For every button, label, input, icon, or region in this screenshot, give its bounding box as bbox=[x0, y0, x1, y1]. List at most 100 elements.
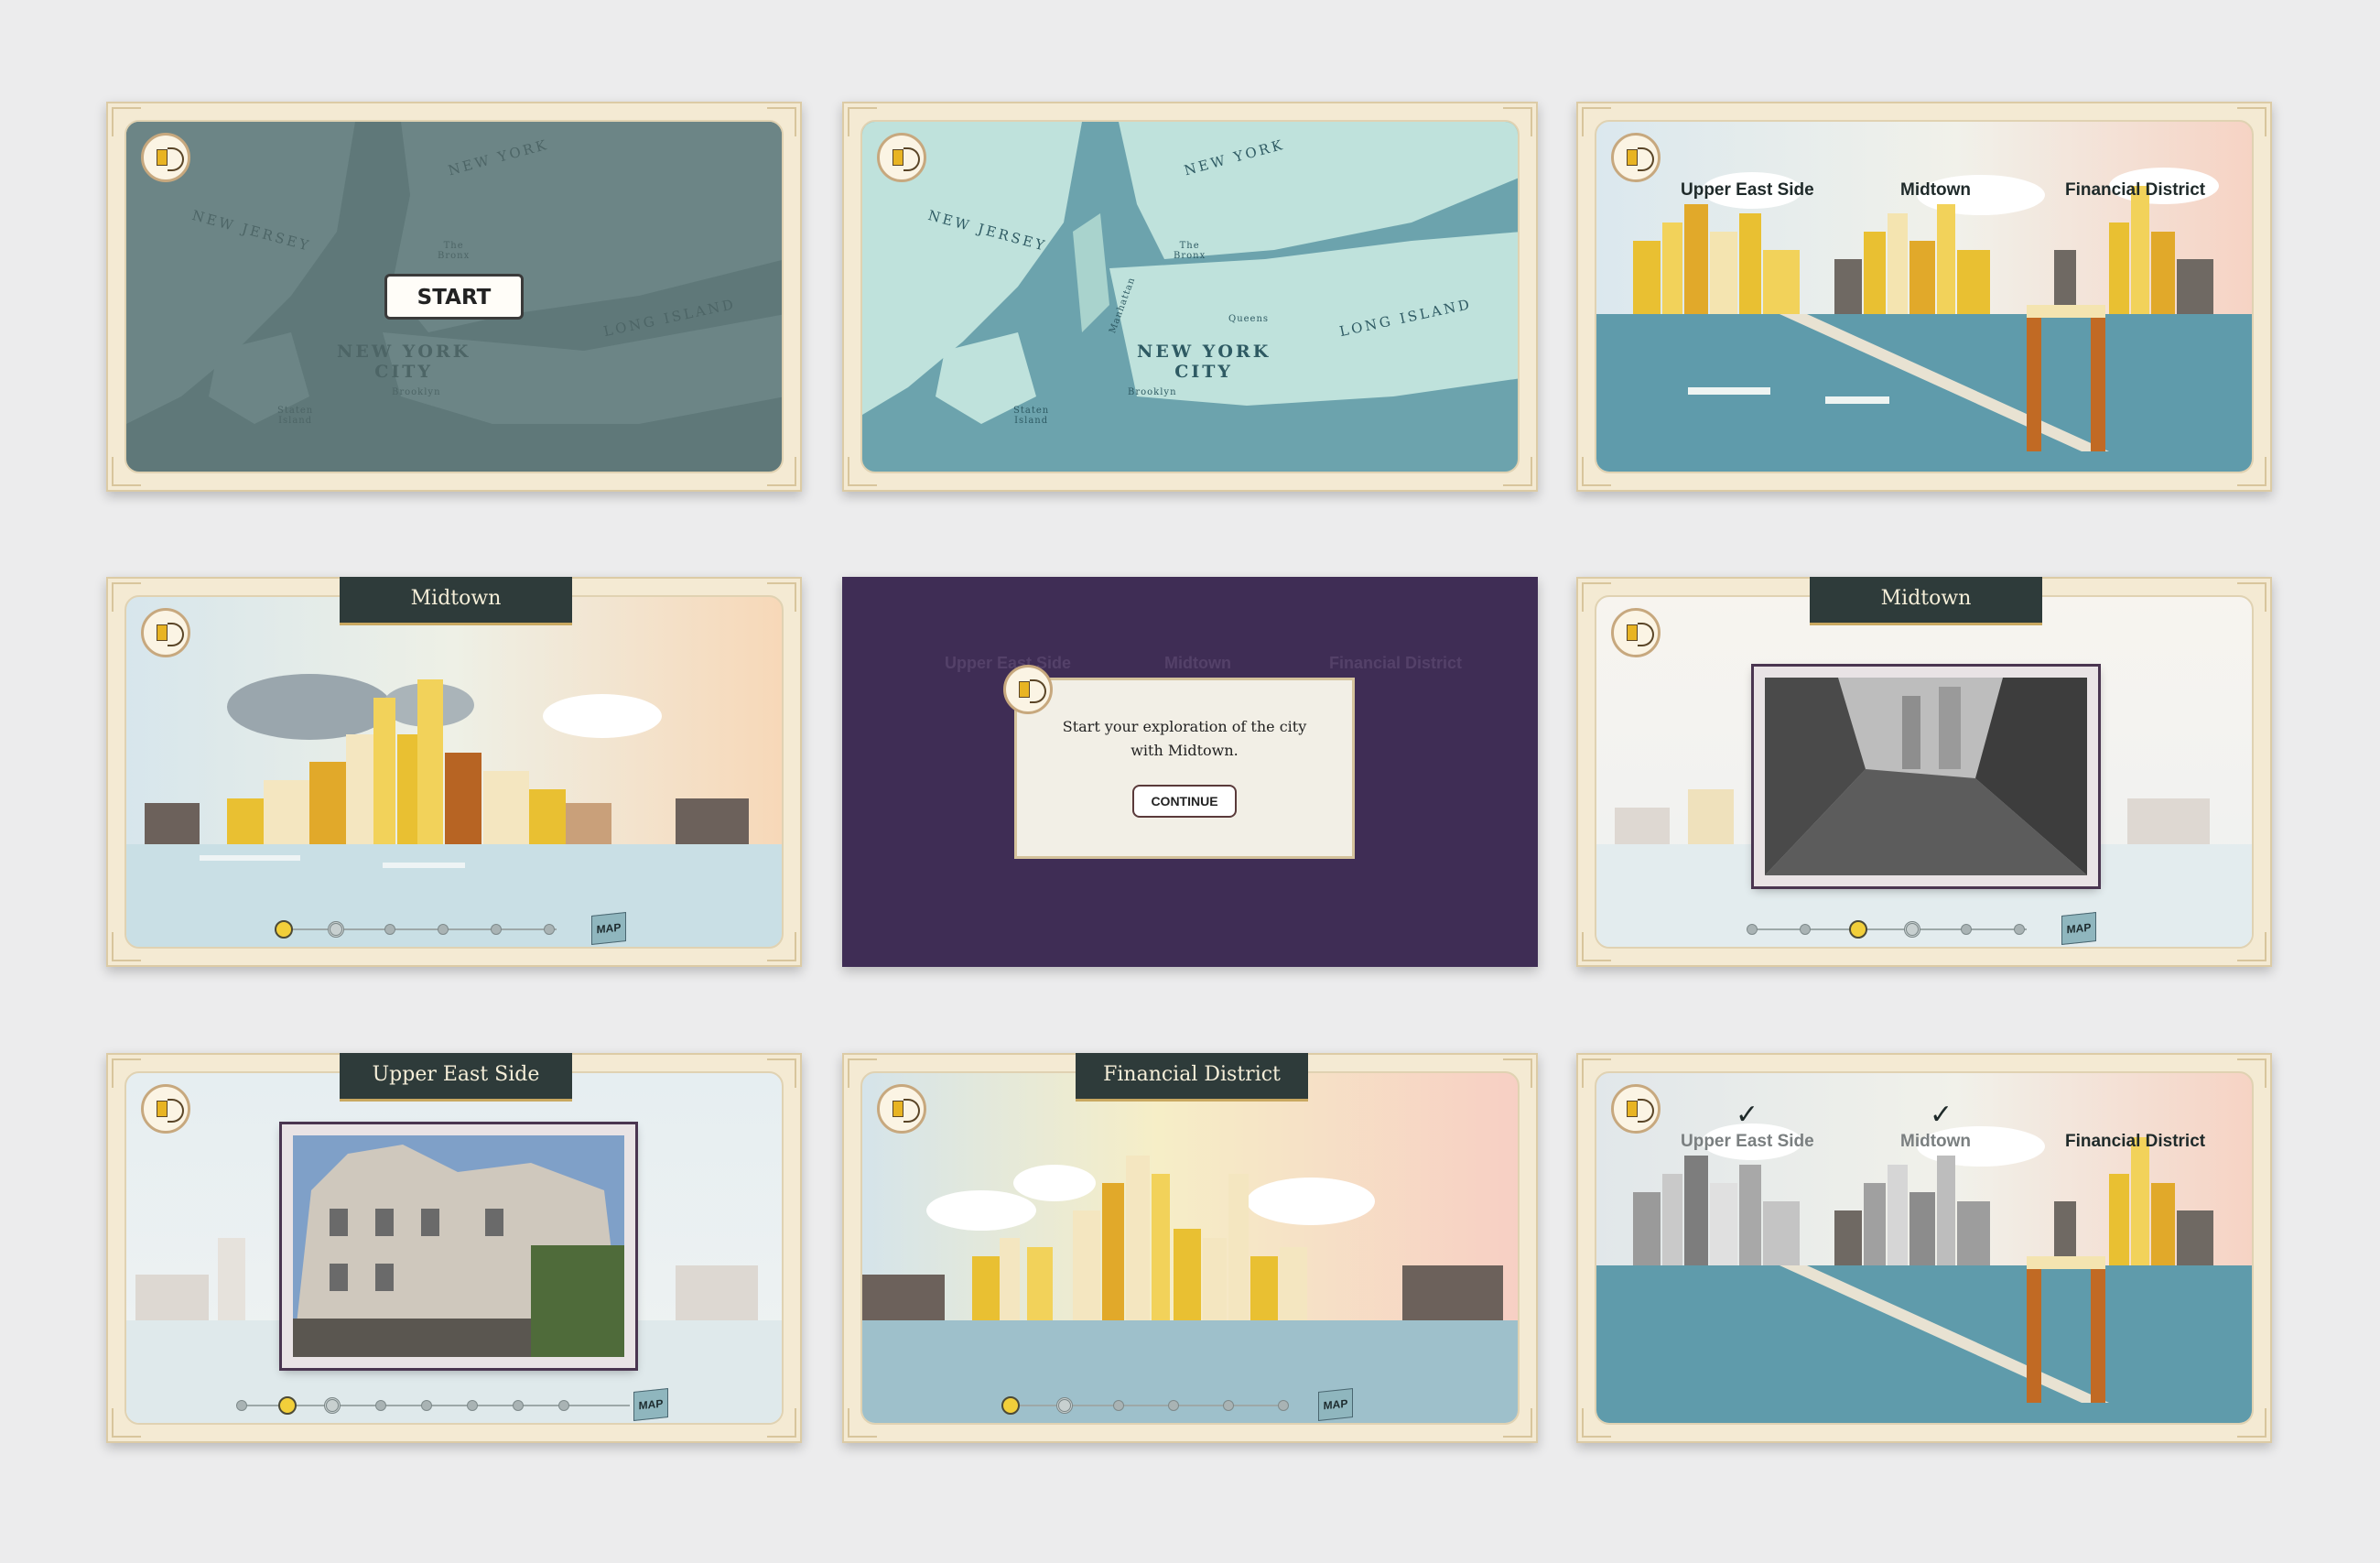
progress-dot[interactable] bbox=[467, 1400, 478, 1411]
screen-map: NEW YORK NEW JERSEY LONG ISLAND NEW YORK… bbox=[842, 102, 1538, 492]
sound-wave-icon bbox=[1638, 147, 1654, 171]
city-line1: NEW YORK bbox=[1137, 342, 1271, 362]
progress-track: MAP bbox=[108, 912, 800, 945]
sound-wave-icon bbox=[1638, 1099, 1654, 1123]
screen-midtown-intro: Midtown MAP bbox=[106, 577, 802, 967]
progress-line bbox=[1009, 1405, 1283, 1406]
progress-dot-next[interactable] bbox=[324, 1397, 341, 1414]
skyline-illustration bbox=[1596, 168, 2252, 472]
ghost-label-midtown: Midtown bbox=[1164, 654, 1231, 672]
skyline-scene bbox=[1595, 120, 2254, 473]
progress-track: MAP bbox=[108, 1388, 800, 1421]
midtown-illustration bbox=[126, 674, 782, 947]
ghost-label-financial: Financial District bbox=[1329, 654, 1463, 672]
screen-midtown-photo: Midtown MAP bbox=[1576, 577, 2272, 967]
map-label-bronx: The Bronx bbox=[438, 241, 470, 261]
sound-wave-icon bbox=[168, 1099, 184, 1123]
sound-wave-icon bbox=[168, 147, 184, 171]
screen-financial-district: Financial District MAP bbox=[842, 1053, 1538, 1443]
historic-midtown-photo bbox=[1751, 664, 2101, 889]
upper-east-side-photo bbox=[279, 1122, 638, 1371]
mansion-photo bbox=[293, 1135, 624, 1357]
progress-dot[interactable] bbox=[1168, 1400, 1179, 1411]
district-title-tab: Upper East Side bbox=[340, 1053, 572, 1102]
speaker-icon bbox=[892, 149, 903, 166]
start-button[interactable]: START bbox=[384, 274, 524, 320]
progress-dot[interactable] bbox=[1223, 1400, 1234, 1411]
progress-line bbox=[245, 1405, 630, 1406]
progress-line bbox=[1752, 928, 2027, 930]
progress-dot-next[interactable] bbox=[1904, 921, 1920, 938]
progress-dot[interactable] bbox=[558, 1400, 569, 1411]
intro-dialog: Start your exploration of the city with … bbox=[1014, 678, 1355, 859]
progress-dot[interactable] bbox=[491, 924, 502, 935]
progress-dot[interactable] bbox=[1747, 924, 1758, 935]
progress-dot[interactable] bbox=[513, 1400, 524, 1411]
progress-dot-active[interactable] bbox=[278, 1396, 297, 1415]
sound-toggle-button[interactable] bbox=[141, 608, 190, 657]
sound-wave-icon bbox=[903, 1099, 920, 1123]
speaker-icon bbox=[157, 149, 168, 166]
sound-toggle-button[interactable] bbox=[1611, 133, 1661, 182]
map-label-city: NEW YORK CITY bbox=[1137, 342, 1271, 382]
bronx-line2: Bronx bbox=[1174, 251, 1206, 261]
sound-wave-icon bbox=[168, 623, 184, 646]
map-label-bronx: The Bronx bbox=[1174, 241, 1206, 261]
bronx-line1: The bbox=[443, 241, 464, 251]
sound-wave-icon bbox=[1030, 679, 1046, 703]
map-button[interactable]: MAP bbox=[633, 1388, 668, 1421]
staten-line1: Staten bbox=[1013, 406, 1050, 416]
ghost-label-upper: Upper East Side bbox=[945, 654, 1072, 672]
progress-dot-active[interactable] bbox=[275, 920, 293, 939]
continue-button[interactable]: CONTINUE bbox=[1132, 785, 1237, 818]
district-title-tab: Midtown bbox=[1810, 577, 2042, 625]
progress-dot-next[interactable] bbox=[1056, 1397, 1073, 1414]
map-button[interactable]: MAP bbox=[1318, 1388, 1353, 1421]
district-link-upper-east-side[interactable]: Upper East Side bbox=[1681, 1132, 1814, 1152]
screen-district-progress: ✓ ✓ Upper East Side Midtown Financial Di… bbox=[1576, 1053, 2272, 1443]
sound-toggle-button[interactable] bbox=[141, 133, 190, 182]
map-button[interactable]: MAP bbox=[2061, 912, 2096, 945]
speaker-icon bbox=[1627, 1101, 1638, 1117]
speaker-icon bbox=[157, 624, 168, 641]
screen-dialog: Upper East Side Midtown Financial Distri… bbox=[842, 577, 1538, 967]
progress-track: MAP bbox=[844, 1388, 1536, 1421]
progress-dot[interactable] bbox=[1278, 1400, 1289, 1411]
sound-toggle-button[interactable] bbox=[1003, 665, 1053, 714]
sound-toggle-button[interactable] bbox=[1611, 608, 1661, 657]
progress-dot[interactable] bbox=[438, 924, 449, 935]
progress-dot[interactable] bbox=[1113, 1400, 1124, 1411]
progress-dot-next[interactable] bbox=[328, 921, 344, 938]
progress-dot[interactable] bbox=[1800, 924, 1811, 935]
district-link-midtown[interactable]: Midtown bbox=[1900, 1132, 1971, 1152]
district-link-upper-east-side[interactable]: Upper East Side bbox=[1681, 180, 1814, 201]
screen-map-start: NEW YORK NEW JERSEY LONG ISLAND NEW YORK… bbox=[106, 102, 802, 492]
screen-upper-east-side: Upper East Side MAP bbox=[106, 1053, 802, 1443]
screen-district-select: Upper East Side Midtown Financial Distri… bbox=[1576, 102, 2272, 492]
staten-line2: Island bbox=[278, 416, 313, 426]
progress-dot[interactable] bbox=[1961, 924, 1972, 935]
map-label-staten: Staten Island bbox=[1013, 406, 1049, 426]
sound-toggle-button[interactable] bbox=[1611, 1084, 1661, 1134]
dialog-message: Start your exploration of the city with … bbox=[1062, 718, 1307, 759]
map-button[interactable]: MAP bbox=[591, 912, 626, 945]
progress-dot-active[interactable] bbox=[1849, 920, 1867, 939]
sound-toggle-button[interactable] bbox=[877, 1084, 926, 1134]
bronx-line2: Bronx bbox=[438, 251, 471, 261]
sound-toggle-button[interactable] bbox=[877, 133, 926, 182]
district-title-tab: Midtown bbox=[340, 577, 572, 625]
progress-dot[interactable] bbox=[375, 1400, 386, 1411]
district-link-midtown[interactable]: Midtown bbox=[1900, 180, 1971, 201]
progress-dot[interactable] bbox=[2014, 924, 2025, 935]
district-link-financial-district[interactable]: Financial District bbox=[2065, 180, 2205, 201]
progress-dot[interactable] bbox=[421, 1400, 432, 1411]
district-link-financial-district[interactable]: Financial District bbox=[2065, 1132, 2205, 1152]
progress-dot[interactable] bbox=[544, 924, 555, 935]
progress-dot[interactable] bbox=[236, 1400, 247, 1411]
sound-toggle-button[interactable] bbox=[141, 1084, 190, 1134]
sound-wave-icon bbox=[1638, 623, 1654, 646]
progress-dot-active[interactable] bbox=[1001, 1396, 1020, 1415]
bronx-line1: The bbox=[1179, 241, 1200, 251]
speaker-icon bbox=[1627, 149, 1638, 166]
progress-dot[interactable] bbox=[384, 924, 395, 935]
